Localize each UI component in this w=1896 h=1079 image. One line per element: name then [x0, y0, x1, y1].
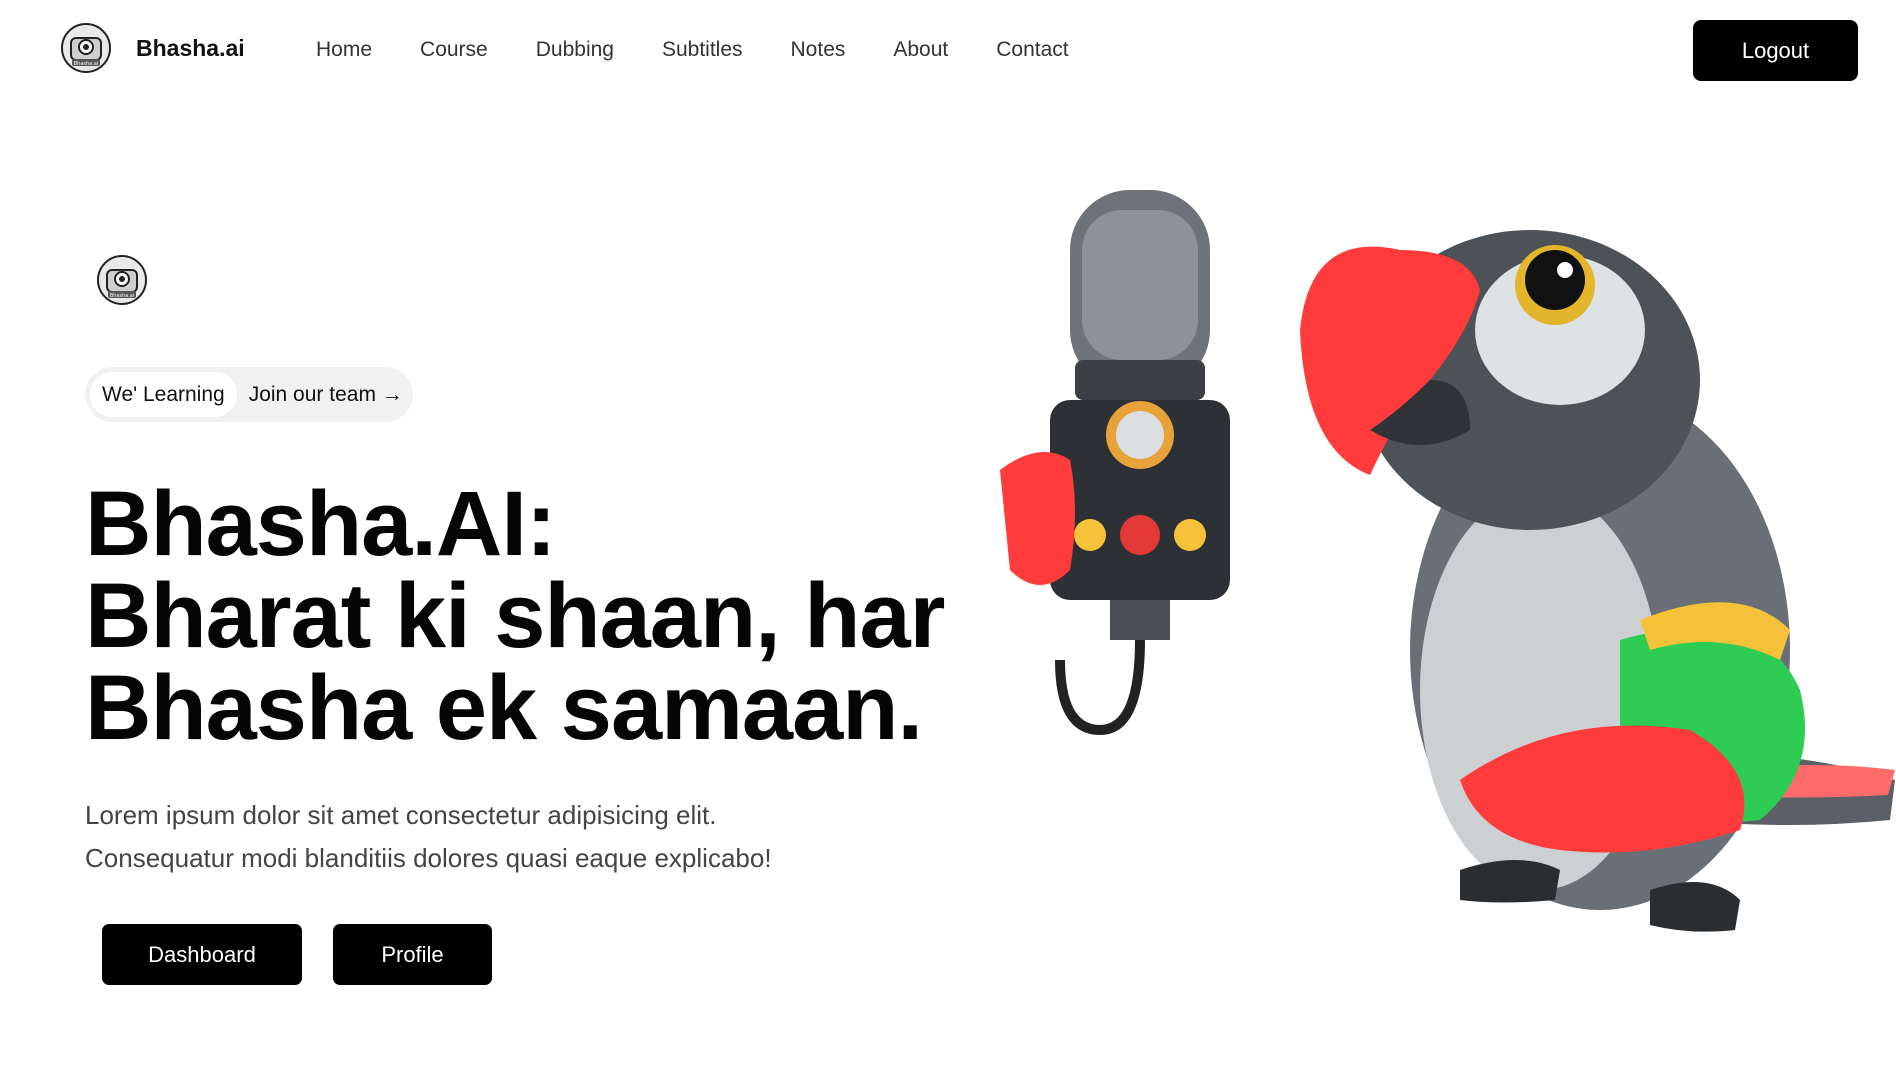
brand[interactable]: Bhasha.ai Bhasha.ai	[60, 22, 245, 74]
logo-text: Bhasha.ai	[110, 293, 135, 299]
announcement-pill: We' Learning Join our team →	[85, 367, 413, 422]
profile-button[interactable]: Profile	[333, 924, 492, 985]
parrot-with-microphone-illustration	[1000, 190, 1895, 932]
nav-subtitles[interactable]: Subtitles	[662, 38, 743, 62]
nav-about[interactable]: About	[893, 38, 948, 62]
nav-home[interactable]: Home	[316, 38, 372, 62]
pill-tag: We' Learning	[90, 372, 237, 417]
brand-name: Bhasha.ai	[136, 34, 245, 61]
headline-line-2: Bharat ki shaan, har	[85, 565, 945, 667]
nav-dubbing[interactable]: Dubbing	[536, 38, 614, 62]
bhasha-logo-icon: Bhasha.ai	[97, 255, 147, 305]
headline-line-3: Bhasha ek samaan.	[85, 657, 923, 759]
main-nav: Home Course Dubbing Subtitles Notes Abou…	[316, 38, 1117, 62]
dashboard-button[interactable]: Dashboard	[102, 924, 302, 985]
hero-headline: Bhasha.AI: Bharat ki shaan, har Bhasha e…	[85, 478, 945, 754]
description-line-2: Consequatur modi blanditiis dolores quas…	[85, 843, 772, 873]
bhasha-logo-icon: Bhasha.ai	[61, 23, 111, 73]
hero-description: Lorem ipsum dolor sit amet consectetur a…	[85, 794, 945, 880]
nav-contact[interactable]: Contact	[996, 38, 1068, 62]
nav-course[interactable]: Course	[420, 38, 488, 62]
top-navbar: Bhasha.ai Bhasha.ai Home Course Dubbing …	[0, 0, 1896, 104]
nav-notes[interactable]: Notes	[791, 38, 846, 62]
logout-button[interactable]: Logout	[1693, 20, 1858, 81]
headline-line-1: Bhasha.AI:	[85, 473, 557, 575]
description-line-1: Lorem ipsum dolor sit amet consectetur a…	[85, 800, 717, 830]
logo-text: Bhasha.ai	[74, 61, 99, 67]
join-team-link[interactable]: Join our team →	[249, 383, 403, 407]
